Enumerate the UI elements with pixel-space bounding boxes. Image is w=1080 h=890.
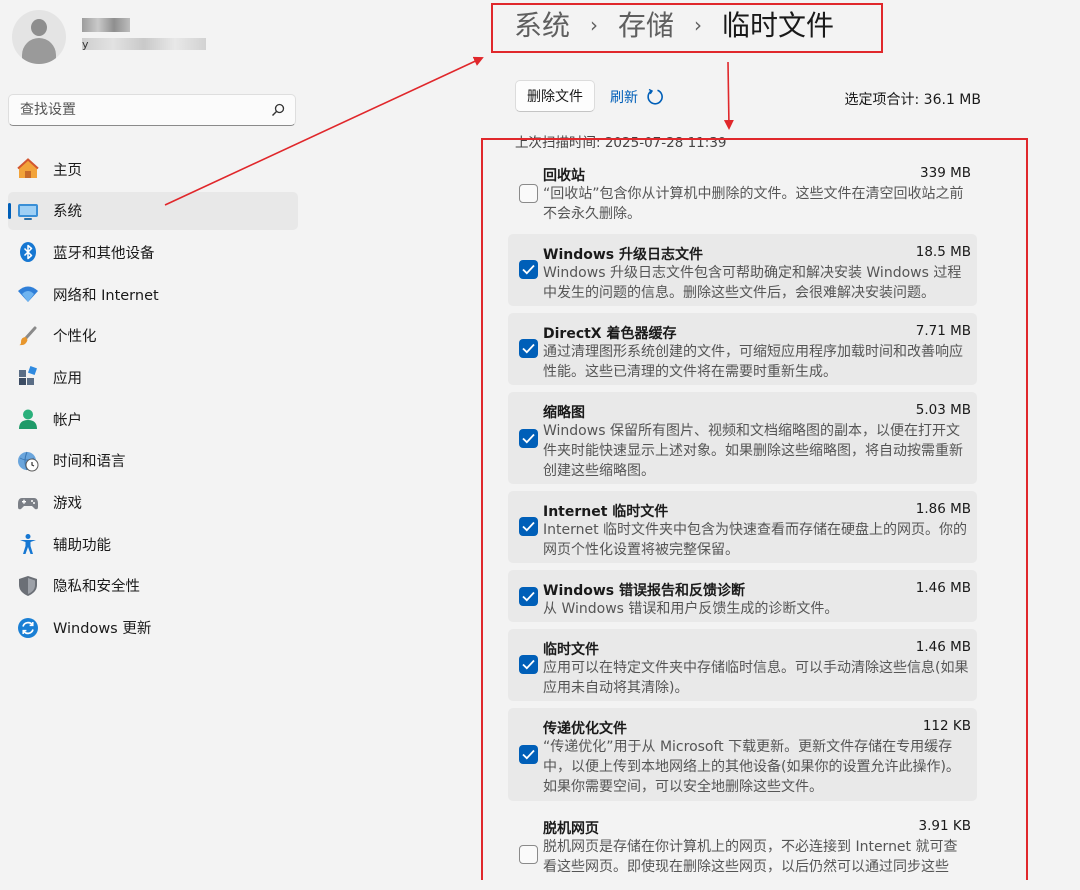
sidebar-item-time-language[interactable]: 时间和语言 (8, 442, 298, 480)
wifi-icon (17, 283, 39, 305)
sidebar-item-label: 时间和语言 (53, 454, 126, 471)
sidebar-item-system[interactable]: 系统 (8, 191, 298, 230)
sidebar-item-label: 网络和 Internet (53, 287, 159, 304)
apps-icon (17, 366, 39, 388)
selected-total: 选定项合计: 36.1 MB (844, 92, 981, 108)
nav-list: 主页 系统 蓝牙和其他设备 网络和 Internet 个性化 应用 帐户 时间和… (8, 150, 298, 650)
accessibility-icon (17, 533, 39, 555)
search-icon[interactable] (271, 103, 285, 117)
sidebar: y 主页 (0, 0, 310, 880)
sidebar-item-accounts[interactable]: 帐户 (8, 400, 298, 438)
annotation-box-list (481, 138, 1028, 880)
sidebar-item-apps[interactable]: 应用 (8, 358, 298, 396)
bluetooth-icon (17, 241, 39, 263)
user-email-blurred (82, 38, 206, 50)
user-avatar[interactable] (12, 10, 66, 64)
brush-icon (17, 325, 39, 347)
refresh-label: 刷新 (610, 90, 638, 106)
sidebar-item-windows-update[interactable]: Windows 更新 (8, 609, 298, 647)
sidebar-item-accessibility[interactable]: 辅助功能 (8, 525, 298, 563)
search-input[interactable] (18, 101, 262, 119)
user-name-blurred (82, 18, 130, 32)
sidebar-item-personalization[interactable]: 个性化 (8, 317, 298, 355)
sidebar-item-bluetooth[interactable]: 蓝牙和其他设备 (8, 233, 298, 271)
sidebar-item-label: Windows 更新 (53, 621, 152, 638)
toolbar: 删除文件 刷新 选定项合计: 36.1 MB (515, 80, 985, 114)
home-icon (17, 158, 39, 180)
delete-files-button[interactable]: 删除文件 (515, 80, 595, 112)
user-email: y (82, 38, 89, 51)
sidebar-item-label: 个性化 (53, 329, 97, 346)
monitor-icon (17, 200, 39, 222)
refresh-button[interactable]: 刷新 (610, 87, 664, 107)
sidebar-item-label: 辅助功能 (53, 537, 111, 554)
gamepad-icon (17, 492, 39, 514)
search-box[interactable] (8, 94, 296, 126)
sync-icon (17, 617, 39, 639)
globe-clock-icon (17, 450, 39, 472)
sidebar-item-home[interactable]: 主页 (8, 150, 298, 188)
refresh-icon (647, 88, 663, 105)
sidebar-item-label: 帐户 (53, 412, 82, 429)
sidebar-item-label: 隐私和安全性 (53, 579, 140, 596)
sidebar-item-label: 游戏 (53, 496, 82, 512)
sidebar-item-label: 应用 (53, 370, 82, 387)
shield-icon (17, 575, 39, 597)
sidebar-item-gaming[interactable]: 游戏 (8, 484, 298, 522)
sidebar-item-label: 主页 (53, 162, 82, 179)
sidebar-item-label: 系统 (53, 204, 82, 221)
sidebar-item-privacy-security[interactable]: 隐私和安全性 (8, 567, 298, 605)
account-icon (17, 408, 39, 430)
sidebar-item-network[interactable]: 网络和 Internet (8, 275, 298, 313)
active-indicator (8, 202, 11, 219)
sidebar-item-label: 蓝牙和其他设备 (53, 245, 155, 262)
annotation-box-breadcrumb (491, 3, 883, 53)
